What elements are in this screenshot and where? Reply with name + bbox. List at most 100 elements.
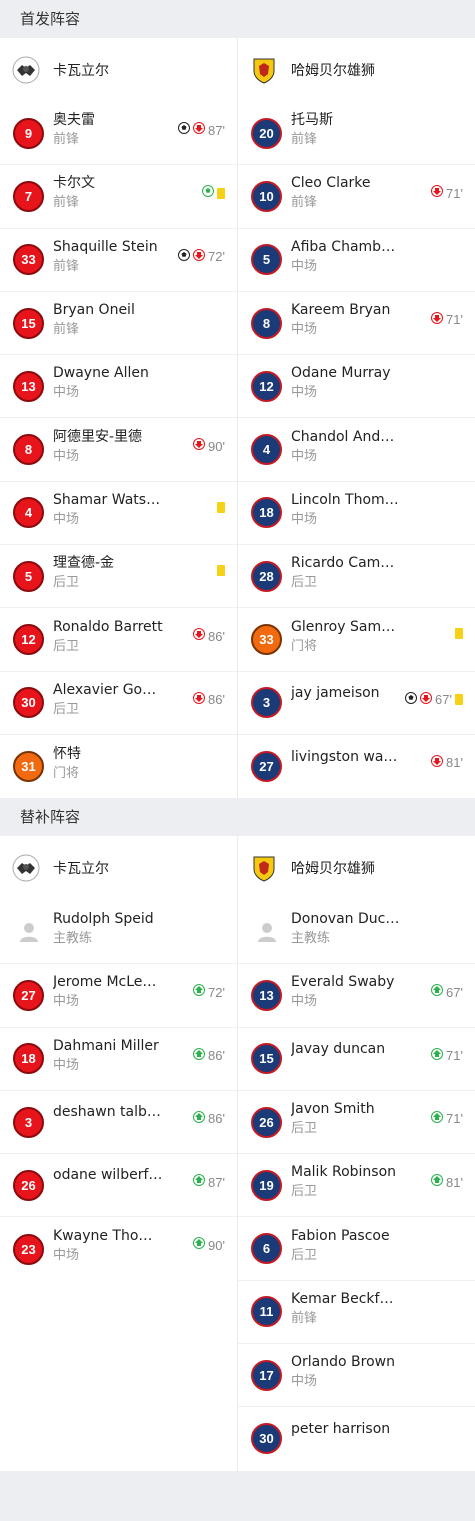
jersey-number: 20 [251, 117, 282, 149]
away-subs-column: 哈姆贝尔雄狮 Donovan Duckie 主教练 13 Everald Swab… [237, 836, 475, 1471]
player-row[interactable]: 33 Shaquille Stein 前锋 72' [0, 229, 237, 292]
player-events: 71' [431, 1110, 463, 1127]
jersey-number: 15 [13, 307, 44, 339]
player-row[interactable]: 5 理查德-金 后卫 [0, 545, 237, 609]
sub-out-time: 71' [446, 312, 463, 328]
player-row[interactable]: 18 Lincoln Thom… 中场 [238, 482, 475, 546]
player-row[interactable]: 8 阿德里安-里德 中场 90' [0, 418, 237, 482]
jersey-number: 10 [251, 180, 282, 212]
jersey-number: 7 [13, 180, 44, 212]
player-name: Lincoln Thom… [291, 491, 399, 508]
player-name: Shamar Watson [53, 491, 163, 508]
away-team-header[interactable]: 哈姆贝尔雄狮 [238, 38, 475, 102]
jersey-number: 9 [13, 117, 44, 149]
sub-in-time: 86' [208, 1111, 225, 1127]
sub-in-time: 87' [208, 1174, 225, 1190]
player-row[interactable]: 20 托马斯 前锋 [238, 102, 475, 166]
player-events: 86' [193, 628, 225, 644]
player-row[interactable]: 3 deshawn talbert 86' [0, 1091, 237, 1155]
player-row[interactable]: 3 jay jameison 67' [238, 672, 475, 735]
home-coach-row[interactable]: Rudolph Speid 主教练 [0, 900, 237, 965]
home-team-name: 卡瓦立尔 [53, 861, 109, 878]
player-name: peter harrison [291, 1420, 391, 1437]
sub-out-icon [193, 248, 206, 265]
sub-in-icon [193, 1110, 206, 1127]
player-row[interactable]: 18 Dahmani Miller 中场 86' [0, 1028, 237, 1091]
player-row[interactable]: 33 Glenroy Samuel 门将 [238, 608, 475, 672]
home-team-header[interactable]: 卡瓦立尔 [0, 38, 237, 102]
player-events: 86' [193, 1047, 225, 1064]
player-name: Odane Murray [291, 365, 391, 382]
player-name: Alexavier Go… [53, 681, 157, 698]
goal-icon [178, 122, 191, 138]
player-row[interactable]: 4 Shamar Watson 中场 [0, 482, 237, 546]
player-row[interactable]: 23 Kwayne Tho… 中场 90' [0, 1217, 237, 1280]
player-events: 71' [431, 185, 463, 201]
player-row[interactable]: 8 Kareem Bryan 中场 71' [238, 292, 475, 356]
sub-in-icon [193, 984, 206, 1000]
player-events: 86' [193, 1110, 225, 1127]
player-name: Jerome McLe… [53, 974, 157, 991]
away-subs-team-header[interactable]: 哈姆贝尔雄狮 [238, 836, 475, 900]
jersey-number: 8 [251, 307, 282, 339]
player-events: 87' [193, 1174, 225, 1190]
player-row[interactable]: 11 Kemar Beckf… 前锋 [238, 1281, 475, 1345]
coach-role: 主教练 [291, 930, 331, 946]
player-row[interactable]: 15 Bryan Oneil 前锋 [0, 292, 237, 356]
player-name: Bryan Oneil [53, 302, 135, 319]
player-row[interactable]: 27 livingston wal… 81' [238, 735, 475, 798]
yellow-card-icon [217, 187, 225, 199]
jersey-number: 27 [13, 979, 44, 1011]
player-row[interactable]: 4 Chandol Ande… 中场 [238, 418, 475, 482]
player-events: 72' [178, 248, 225, 265]
player-row[interactable]: 12 Ronaldo Barrett 后卫 86' [0, 608, 237, 672]
player-events: 67' [431, 984, 463, 1000]
player-row[interactable]: 13 Everald Swaby 中场 67' [238, 964, 475, 1028]
sub-in-time: 86' [208, 1048, 225, 1064]
player-row[interactable]: 9 奥夫雷 前锋 87' [0, 102, 237, 166]
jersey-number: 12 [13, 624, 44, 656]
player-row[interactable]: 26 Javon Smith 后卫 71' [238, 1091, 475, 1155]
player-position: 中场 [291, 1374, 318, 1390]
jersey-number: 26 [251, 1106, 282, 1138]
player-position: 后卫 [291, 1247, 318, 1263]
home-subs-team-header[interactable]: 卡瓦立尔 [0, 836, 237, 900]
player-row[interactable]: 12 Odane Murray 中场 [238, 355, 475, 419]
player-name: 理查德-金 [53, 555, 115, 572]
player-name: Malik Robinson [291, 1164, 397, 1181]
away-subs-list: 13 Everald Swaby 中场 67' 15 Javay duncan 71' 26 J… [238, 964, 475, 1470]
away-team-name: 哈姆贝尔雄狮 [291, 861, 375, 878]
home-starting-column: 卡瓦立尔 9 奥夫雷 前锋 87' 7 卡尔文 前锋 33 Shaquille Stein 前锋 7… [0, 38, 237, 798]
player-row[interactable]: 7 卡尔文 前锋 [0, 165, 237, 229]
jersey-number: 33 [13, 244, 44, 276]
player-position: 中场 [291, 511, 318, 527]
jersey-number: 13 [251, 979, 282, 1011]
player-row[interactable]: 30 Alexavier Go… 后卫 86' [0, 672, 237, 735]
player-row[interactable]: 28 Ricardo Cam… 后卫 [238, 545, 475, 609]
player-row[interactable]: 5 Afiba Chambers 中场 [238, 229, 475, 292]
player-name: odane wilberf… [53, 1167, 163, 1184]
yellow-card-icon [217, 565, 225, 577]
sub-out-time: 87' [208, 122, 225, 138]
player-row[interactable]: 10 Cleo Clarke 前锋 71' [238, 165, 475, 229]
player-row[interactable]: 26 odane wilberf… 87' [0, 1154, 237, 1218]
player-name: jay jameison [291, 684, 380, 701]
jersey-number: 5 [13, 560, 44, 592]
player-name: Orlando Brown [291, 1354, 395, 1371]
player-events: 67' [405, 691, 463, 708]
player-row[interactable]: 30 peter harrison [238, 1407, 475, 1470]
away-coach-row[interactable]: Donovan Duckie 主教练 [238, 900, 475, 965]
player-row[interactable]: 13 Dwayne Allen 中场 [0, 355, 237, 419]
player-row[interactable]: 27 Jerome McLe… 中场 72' [0, 964, 237, 1028]
player-row[interactable]: 6 Fabion Pascoe 后卫 [238, 1217, 475, 1281]
player-name: 怀特 [53, 745, 81, 762]
player-row[interactable]: 19 Malik Robinson 后卫 81' [238, 1154, 475, 1218]
footer-gap [0, 1470, 475, 1521]
player-name: Kareem Bryan [291, 302, 391, 319]
player-row[interactable]: 17 Orlando Brown 中场 [238, 1344, 475, 1408]
assist-icon [202, 185, 214, 201]
jersey-number: 8 [13, 434, 44, 466]
player-row[interactable]: 31 怀特 门将 [0, 735, 237, 798]
player-row[interactable]: 15 Javay duncan 71' [238, 1028, 475, 1091]
coach-role: 主教练 [53, 930, 93, 946]
